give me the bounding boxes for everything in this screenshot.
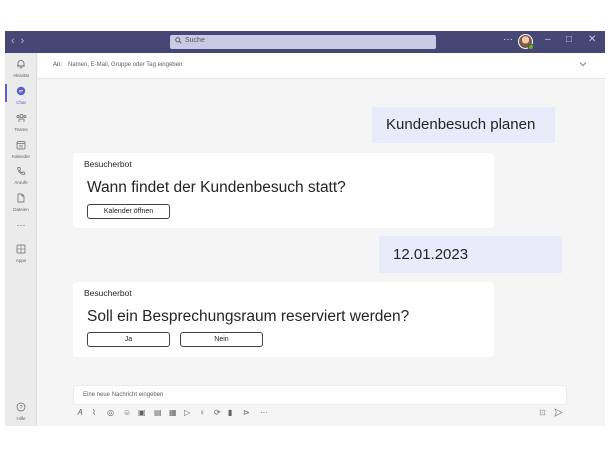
- search-icon: [175, 36, 182, 46]
- sidebar-item-files[interactable]: Dateien: [5, 193, 37, 212]
- sidebar-item-calls[interactable]: Anrufe: [5, 166, 37, 185]
- sender-name: Besucherbot: [84, 159, 132, 169]
- sidebar-item-label: Hilfe: [16, 416, 26, 421]
- message-text: 12.01.2023: [393, 246, 469, 263]
- format-icon[interactable]: 𝐴: [77, 408, 82, 418]
- sidebar-item-label: Aktivität: [13, 73, 29, 78]
- sidebar-item-activity[interactable]: Aktivität: [5, 59, 37, 78]
- sidebar-item-help[interactable]: ? Hilfe: [5, 402, 37, 421]
- to-label: An:: [53, 62, 63, 68]
- minimize-icon[interactable]: –: [545, 34, 551, 45]
- approvals-icon[interactable]: ▮: [228, 408, 232, 417]
- back-icon[interactable]: ‹: [11, 35, 21, 47]
- praise-icon[interactable]: ♀: [199, 408, 205, 417]
- calendar-icon: [5, 140, 37, 153]
- open-calendar-button[interactable]: Kalender öffnen: [87, 204, 170, 219]
- nav-arrows: ‹›: [11, 35, 30, 47]
- sender-name: Besucherbot: [84, 288, 132, 298]
- teams-window: ‹› Suche ··· – □ ✕ Aktivität Chat Teams …: [5, 31, 605, 426]
- file-icon: [5, 193, 37, 206]
- gif-icon[interactable]: ▣: [138, 408, 146, 417]
- bell-icon: [5, 59, 37, 72]
- schedule-icon[interactable]: ▦: [169, 408, 177, 417]
- teams-icon: [5, 113, 37, 126]
- presence-available-icon: [528, 44, 534, 50]
- sidebar-item-label: Chat: [16, 100, 26, 105]
- search-input[interactable]: Suche: [170, 35, 436, 49]
- attach-icon[interactable]: ⌇: [92, 408, 96, 417]
- meet-icon[interactable]: ⟳: [214, 408, 221, 417]
- sidebar-item-label: Apps: [15, 258, 27, 263]
- sidebar-item-chat[interactable]: Chat: [5, 86, 37, 105]
- sidebar-item-label: Anrufe: [14, 180, 28, 185]
- loop-icon[interactable]: ◎: [107, 408, 114, 417]
- yes-button[interactable]: Ja: [87, 332, 170, 347]
- title-bar: ‹› Suche ··· – □ ✕: [5, 31, 605, 53]
- app-bar: Aktivität Chat Teams Kalender Anrufe Dat…: [5, 53, 37, 426]
- emoji-icon[interactable]: ☺: [123, 408, 131, 417]
- chevron-down-icon[interactable]: [579, 59, 587, 69]
- stream-icon[interactable]: ▷: [184, 408, 190, 417]
- visio-icon[interactable]: ⊳: [243, 408, 250, 417]
- close-icon[interactable]: ✕: [588, 34, 596, 45]
- apps-icon: [5, 244, 37, 257]
- no-button[interactable]: Nein: [180, 332, 263, 347]
- recipient-bar: An: Namen, E-Mail, Gruppe oder Tag einge…: [38, 53, 605, 79]
- message-compose-input[interactable]: Eine neue Nachricht eingeben: [73, 385, 567, 405]
- message-text: Kundenbesuch planen: [386, 116, 536, 133]
- outgoing-message: Kundenbesuch planen: [372, 107, 555, 143]
- more-icon: ···: [16, 220, 26, 230]
- bot-question: Soll ein Besprechungsraum reserviert wer…: [87, 308, 410, 325]
- sidebar-item-calendar[interactable]: Kalender: [5, 140, 37, 159]
- outgoing-message: 12.01.2023: [379, 236, 562, 273]
- maximize-icon[interactable]: □: [566, 34, 572, 45]
- sidebar-item-label: Kalender: [11, 154, 30, 159]
- bot-card: Besucherbot Wann findet der Kundenbesuch…: [73, 153, 494, 228]
- sidebar-item-label: Teams: [14, 127, 28, 132]
- chat-icon: [5, 86, 37, 99]
- send-icon[interactable]: [554, 408, 563, 419]
- sidebar-item-teams[interactable]: Teams: [5, 113, 37, 132]
- forward-icon[interactable]: ›: [21, 35, 31, 47]
- help-icon: ?: [5, 402, 37, 415]
- more-options-icon[interactable]: ···: [503, 34, 513, 45]
- sidebar-item-label: Dateien: [13, 207, 29, 212]
- search-placeholder: Suche: [185, 37, 205, 44]
- sidebar-item-apps[interactable]: Apps: [5, 244, 37, 263]
- compose-placeholder: Eine neue Nachricht eingeben: [83, 392, 164, 398]
- svg-text:?: ?: [19, 405, 22, 411]
- schedule-send-icon[interactable]: ⊡: [539, 408, 546, 417]
- phone-icon: [5, 166, 37, 179]
- bot-card: Besucherbot Soll ein Besprechungsraum re…: [73, 282, 494, 357]
- avatar[interactable]: [518, 34, 534, 50]
- sidebar-item-more[interactable]: ···: [5, 220, 37, 231]
- recipient-input[interactable]: Namen, E-Mail, Gruppe oder Tag eingeben: [68, 62, 182, 68]
- bot-question: Wann findet der Kundenbesuch statt?: [87, 179, 346, 196]
- more-icon[interactable]: ···: [260, 408, 268, 417]
- sticker-icon[interactable]: ▤: [154, 408, 162, 417]
